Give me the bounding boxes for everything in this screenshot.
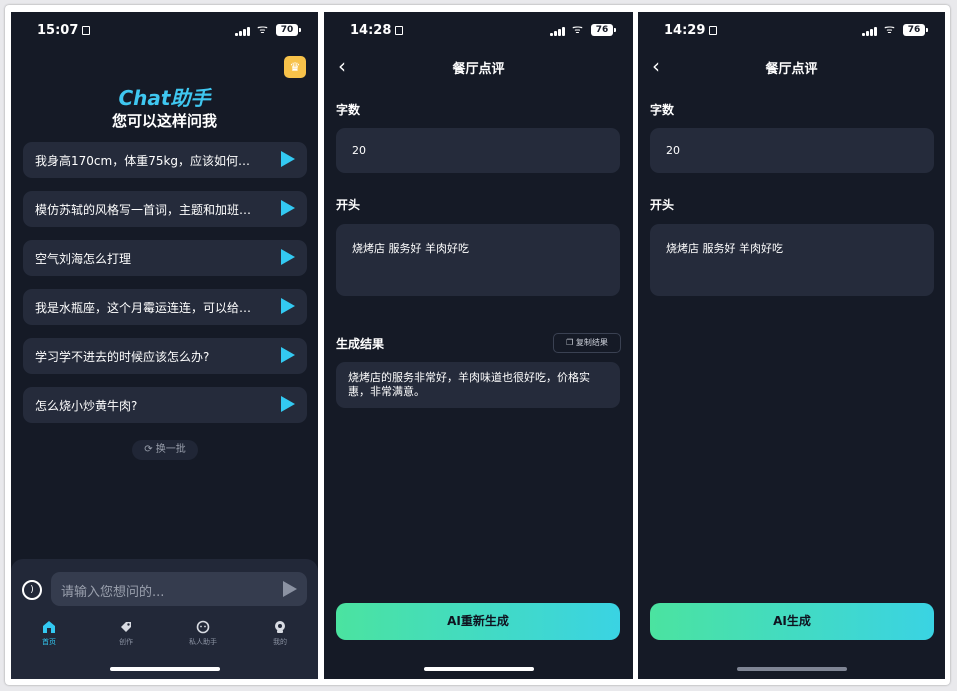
opening-value: 烧烤店 服务好 羊肉好吃	[666, 242, 783, 255]
status-bar: 14:28 ᯤ 76	[324, 12, 633, 52]
status-bar: 15:07 ᯤ 70	[11, 12, 318, 52]
question-text: 我身高170cm，体重75kg，应该如何…	[35, 154, 251, 168]
word-count-label: 字数	[650, 103, 675, 117]
opening-value: 烧烤店 服务好 羊肉好吃	[352, 242, 469, 255]
refresh-label: 换一批	[155, 444, 186, 455]
signal-icon	[550, 26, 566, 36]
suggested-question[interactable]: 学习学不进去的时候应该怎么办?	[23, 338, 307, 374]
wifi-icon: ᯤ	[257, 22, 268, 36]
home-indicator[interactable]	[110, 667, 220, 671]
signal-icon	[235, 26, 251, 36]
nav-label: 创作	[119, 638, 133, 646]
result-label: 生成结果	[336, 337, 385, 351]
send-arrow-icon[interactable]	[281, 249, 295, 265]
battery-icon: 76	[903, 24, 928, 36]
restaurant-review-input-screen: 14:29 ᯤ 76 ‹ 餐厅点评 字数 20 开头 烧烤店 服务好 羊肉好吃 …	[638, 12, 945, 679]
question-text: 我是水瓶座，这个月霉运连连，可以给…	[35, 301, 252, 315]
word-count-value: 20	[666, 144, 680, 157]
question-text: 空气刘海怎么打理	[35, 252, 132, 266]
question-text: 学习学不进去的时候应该怎么办?	[35, 350, 210, 364]
result-box: 烧烤店的服务非常好，羊肉味道也很好吃，价格实惠，非常满意。	[336, 362, 620, 408]
word-count-label: 字数	[336, 103, 361, 117]
home-icon	[43, 621, 55, 633]
chat-input-placeholder: 请输入您想问的...	[61, 585, 165, 600]
wifi-icon: ᯤ	[572, 22, 583, 36]
page-title: 餐厅点评	[452, 62, 505, 77]
opening-field[interactable]: 烧烤店 服务好 羊肉好吃	[336, 224, 620, 296]
vip-crown-icon[interactable]: ♛	[284, 56, 306, 78]
refresh-button[interactable]: ⟳ 换一批	[132, 440, 198, 460]
opening-label: 开头	[650, 198, 675, 212]
opening-label: 开头	[336, 198, 361, 212]
nav-label: 私人助手	[189, 638, 217, 646]
suggested-question[interactable]: 模仿苏轼的风格写一首词，主题和加班…	[23, 191, 307, 227]
page-title: 餐厅点评	[765, 62, 818, 77]
send-arrow-icon[interactable]	[281, 396, 295, 412]
copy-icon: ❐	[566, 338, 574, 347]
chat-input[interactable]: 请输入您想问的...	[51, 572, 307, 606]
status-bar: 14:29 ᯤ 76	[638, 12, 945, 52]
generate-button[interactable]: AI生成	[650, 603, 934, 640]
brand-title: Chat助手	[118, 86, 211, 110]
nav-home[interactable]: 首页	[24, 620, 74, 647]
send-arrow-icon[interactable]	[281, 298, 295, 314]
send-arrow-icon[interactable]	[281, 200, 295, 216]
copy-result-button[interactable]: ❐ 复制结果	[553, 333, 621, 353]
home-indicator[interactable]	[737, 667, 847, 671]
suggested-question[interactable]: 怎么烧小炒黄牛肉?	[23, 387, 307, 423]
nav-profile[interactable]: 我的	[255, 620, 305, 647]
suggested-question[interactable]: 我是水瓶座，这个月霉运连连，可以给…	[23, 289, 307, 325]
regenerate-button[interactable]: AI重新生成	[336, 603, 620, 640]
status-time: 14:29	[664, 23, 718, 38]
assistant-icon	[196, 620, 210, 634]
word-count-field[interactable]: 20	[336, 128, 620, 173]
nav-create[interactable]: 创作	[101, 620, 151, 647]
nav-label: 我的	[273, 638, 287, 646]
profile-icon	[275, 621, 285, 633]
status-time: 15:07	[37, 23, 91, 38]
send-arrow-icon[interactable]	[281, 347, 295, 363]
chat-assistant-screen: 15:07 ᯤ 70 ♛ Chat助手 您可以这样问我 我身高170cm，体重7…	[11, 12, 318, 679]
tag-icon	[121, 622, 131, 632]
result-text: 烧烤店的服务非常好，羊肉味道也很好吃，价格实惠，非常满意。	[348, 371, 590, 398]
battery-icon: 70	[276, 24, 301, 36]
word-count-field[interactable]: 20	[650, 128, 934, 173]
signal-icon	[862, 26, 878, 36]
nav-label: 首页	[42, 638, 56, 646]
copy-label: 复制结果	[575, 338, 608, 347]
send-arrow-icon[interactable]	[281, 151, 295, 167]
question-text: 模仿苏轼的风格写一首词，主题和加班…	[35, 203, 252, 217]
restaurant-review-result-screen: 14:28 ᯤ 76 ‹ 餐厅点评 字数 20 开头 烧烤店 服务好 羊肉好吃 …	[324, 12, 633, 679]
opening-field[interactable]: 烧烤店 服务好 羊肉好吃	[650, 224, 934, 296]
send-icon[interactable]	[283, 581, 297, 597]
home-indicator[interactable]	[424, 667, 534, 671]
wifi-icon: ᯤ	[884, 22, 895, 36]
refresh-icon: ⟳	[144, 444, 153, 455]
word-count-value: 20	[352, 144, 366, 157]
question-text: 怎么烧小炒黄牛肉?	[35, 399, 138, 413]
nav-assistant[interactable]: 私人助手	[178, 620, 228, 647]
voice-input-icon[interactable]: )	[22, 580, 42, 600]
suggested-question[interactable]: 空气刘海怎么打理	[23, 240, 307, 276]
suggested-question[interactable]: 我身高170cm，体重75kg，应该如何…	[23, 142, 307, 178]
status-time: 14:28	[350, 23, 404, 38]
battery-icon: 76	[591, 24, 616, 36]
subtitle: 您可以这样问我	[111, 112, 217, 130]
